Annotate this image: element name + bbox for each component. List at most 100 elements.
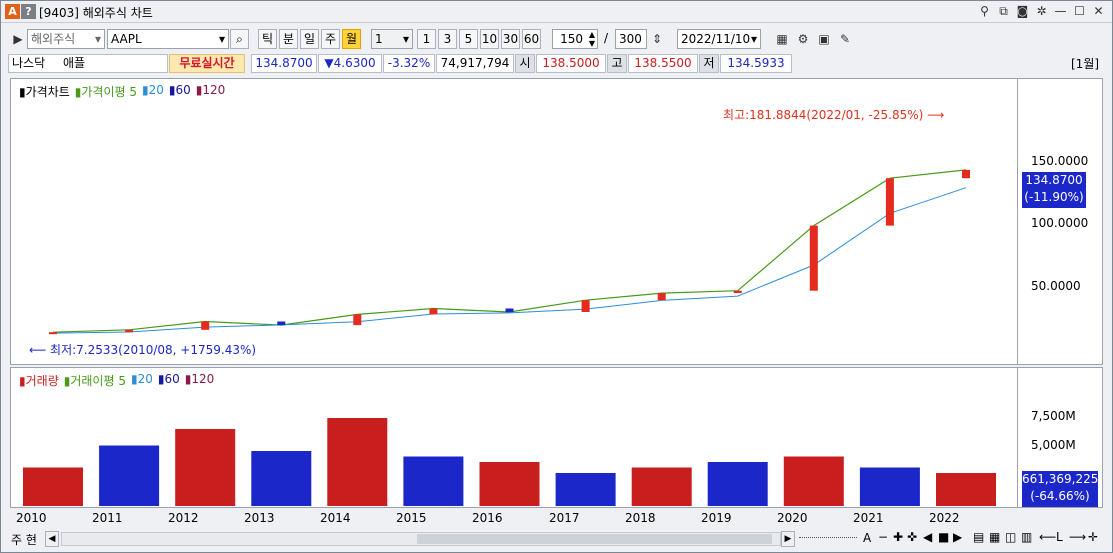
price-value: 134.8700 — [251, 54, 317, 73]
grid-icon[interactable]: ▦ — [989, 530, 1000, 544]
forward-icon[interactable]: ⟶ — [1069, 530, 1086, 544]
interval-30[interactable]: 30 — [501, 29, 520, 49]
mode-label[interactable]: 주 현 — [11, 531, 37, 548]
price-candle[interactable] — [429, 308, 438, 315]
tools-icon[interactable]: ✎ — [836, 30, 854, 48]
volume-bar[interactable] — [23, 467, 83, 507]
zoom-out-icon[interactable]: − — [878, 530, 888, 544]
link-icon[interactable]: ⧉ — [996, 3, 1011, 19]
price-candle[interactable] — [353, 314, 362, 326]
app-badge-icon[interactable]: A — [5, 4, 20, 19]
minimize-icon[interactable]: — — [1053, 3, 1068, 19]
x-tick-label: 2018 — [625, 511, 656, 525]
volume-value: 74,917,794 — [436, 54, 514, 73]
volume-bar[interactable] — [555, 473, 616, 506]
current-price-tag: 134.8700 (-11.90%) — [1022, 172, 1086, 208]
chevron-down-icon: ▾ — [402, 32, 409, 46]
layout-icon[interactable]: ▤ — [973, 530, 984, 544]
table-icon[interactable]: ▥ — [1021, 530, 1032, 544]
symbol-input[interactable]: AAPL ▾ — [107, 29, 229, 49]
x-tick-label: 2011 — [92, 511, 123, 525]
split-icon[interactable]: ◫ — [1005, 530, 1016, 544]
price-candle[interactable] — [733, 290, 742, 294]
interval-3[interactable]: 3 — [438, 29, 457, 49]
period-week[interactable]: 주 — [321, 29, 340, 49]
realtime-badge[interactable]: 무료실시간 — [169, 54, 245, 73]
search-icon[interactable]: ⌕ — [230, 29, 249, 49]
count-stepper[interactable]: 150 ▲ ▼ — [552, 29, 598, 49]
prev-icon[interactable]: ◀ — [923, 530, 932, 544]
price-candle[interactable] — [277, 321, 286, 326]
x-tick-label: 2014 — [320, 511, 351, 525]
interval-select[interactable]: 1 ▾ — [371, 29, 413, 49]
gear-icon[interactable]: ⚙ — [794, 30, 812, 48]
period-tick[interactable]: 틱 — [258, 29, 277, 49]
price-candle[interactable] — [885, 178, 894, 226]
zoom-slider[interactable] — [799, 537, 857, 540]
interval-5[interactable]: 5 — [459, 29, 478, 49]
move-icon[interactable]: ✜ — [907, 530, 917, 544]
camera-icon[interactable]: ◙ — [1015, 3, 1030, 19]
cross-icon[interactable]: ✛ — [1088, 530, 1098, 544]
scroll-right-icon[interactable]: ▶ — [781, 531, 795, 547]
period-day[interactable]: 일 — [300, 29, 319, 49]
scrollbar-thumb[interactable] — [417, 534, 772, 544]
period-minute[interactable]: 분 — [279, 29, 298, 49]
scroll-toggle-icon[interactable]: ⇕ — [648, 30, 666, 48]
horizontal-scrollbar[interactable] — [61, 532, 781, 546]
date-picker[interactable]: 2022/11/10 ▾ — [677, 29, 761, 49]
interval-60[interactable]: 60 — [522, 29, 541, 49]
total-input[interactable]: 300 — [615, 29, 647, 49]
change-value: ▼4.6300 — [318, 54, 382, 73]
volume-bar[interactable] — [479, 462, 540, 506]
volume-bar[interactable] — [99, 445, 160, 507]
zoom-letter[interactable]: A — [863, 531, 871, 545]
volume-chart-svg — [23, 418, 996, 507]
price-candle[interactable] — [657, 293, 666, 301]
price-candle[interactable] — [581, 300, 590, 312]
line-tool-icon[interactable]: L — [1056, 530, 1063, 544]
interval-10[interactable]: 10 — [480, 29, 499, 49]
pin-icon[interactable]: ⚲ — [977, 3, 992, 19]
volume-bar[interactable] — [936, 473, 996, 506]
chart-type-icon[interactable]: ▦ — [773, 30, 791, 48]
interval-1[interactable]: 1 — [417, 29, 436, 49]
volume-bar[interactable] — [175, 429, 236, 506]
volume-chart-panel[interactable]: ▮거래량 ▮거래이평 5 ▮20 ▮60 ▮120 — [10, 367, 1018, 508]
volume-bar[interactable] — [631, 467, 692, 507]
market-select[interactable]: 해외주식 ▾ — [27, 29, 105, 49]
price-tick-50: 50.0000 — [1031, 279, 1081, 293]
price-candle[interactable] — [49, 332, 57, 335]
stepper-arrows-icon[interactable]: ▲ ▼ — [589, 30, 595, 48]
bottom-bar: 주 현 ◀ ▶ A − ✚ ✜ ◀ ■ ▶ ▤ ▦ ◫ ▥ ⟵ L ⟶ ✛ — [1, 528, 1112, 552]
price-candle[interactable] — [962, 169, 970, 179]
price-candle[interactable] — [125, 329, 134, 333]
back-icon[interactable]: ⟵ — [1039, 530, 1056, 544]
volume-bar[interactable] — [251, 451, 312, 506]
volume-bar[interactable] — [327, 418, 388, 506]
settings-icon[interactable]: ✲ — [1034, 3, 1049, 19]
scroll-left-icon[interactable]: ◀ — [45, 531, 59, 547]
stop-icon[interactable]: ■ — [938, 530, 949, 544]
x-tick-label: 2015 — [396, 511, 427, 525]
change-pct: -3.32% — [383, 54, 435, 73]
min-annotation: ⟵ 최저:7.2533(2010/08, +1759.43%) — [29, 343, 257, 357]
volume-bar[interactable] — [859, 467, 920, 507]
close-icon[interactable]: ✕ — [1091, 3, 1106, 19]
save-icon[interactable]: ▣ — [815, 30, 833, 48]
next-icon[interactable]: ▶ — [953, 530, 962, 544]
volume-bar[interactable] — [707, 462, 768, 506]
open-label: 시 — [515, 54, 535, 73]
volume-bar[interactable] — [783, 456, 844, 507]
volume-bar[interactable] — [403, 456, 464, 507]
period-month[interactable]: 월 — [342, 29, 361, 49]
zoom-in-icon[interactable]: ✚ — [893, 530, 903, 544]
nav-arrow-icon[interactable]: ▶ — [9, 30, 27, 48]
maximize-icon[interactable]: ☐ — [1072, 3, 1087, 19]
volume-tick-5000m: 5,000M — [1031, 438, 1076, 452]
price-candle[interactable] — [201, 321, 210, 330]
price-candle[interactable] — [505, 308, 514, 313]
price-candle[interactable] — [809, 225, 818, 291]
help-icon[interactable]: ? — [21, 4, 36, 19]
price-chart-panel[interactable]: ▮가격차트 ▮가격이평 5 ▮20 ▮60 ▮120 최고:181.8844(2… — [10, 78, 1018, 365]
